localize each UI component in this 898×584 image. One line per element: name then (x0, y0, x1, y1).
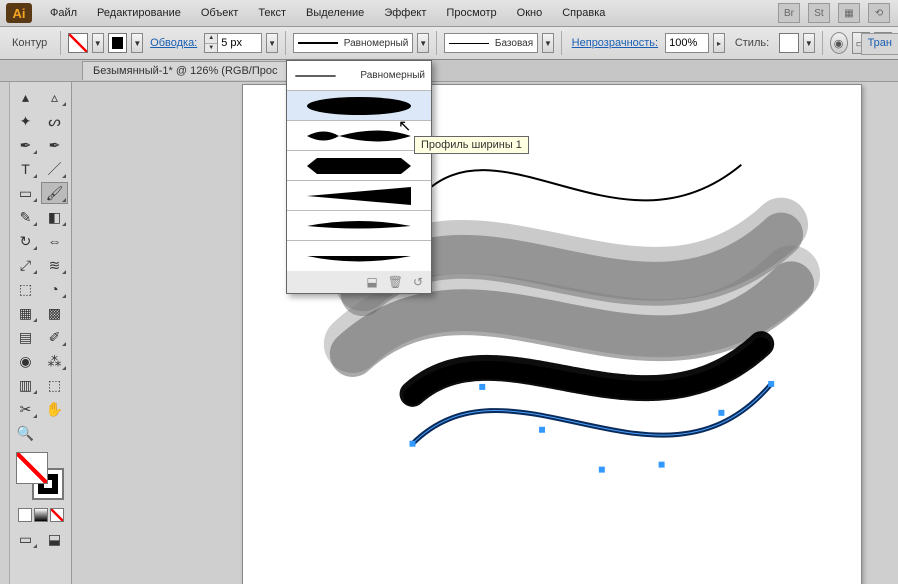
eyedropper-tool[interactable]: ✐ (41, 326, 68, 348)
pen-tool[interactable]: ✒ (12, 134, 39, 156)
selection-type-label: Контур (6, 37, 53, 49)
stroke-weight-field[interactable]: ▲▼ (204, 33, 262, 53)
width-profile-1[interactable] (287, 91, 431, 121)
opacity-dropdown[interactable]: ▸ (713, 33, 725, 53)
blend-tool[interactable]: ◉ (12, 350, 39, 372)
magic-wand-tool[interactable]: ✦ (12, 110, 39, 132)
mesh-tool[interactable]: ▩ (41, 302, 68, 324)
print-tiling-tool[interactable] (41, 422, 68, 444)
menu-bar: Ai Файл Редактирование Объект Текст Выде… (0, 0, 898, 27)
document-tab[interactable]: Безымянный-1* @ 126% (RGB/Прос (82, 61, 289, 80)
gradient-tool[interactable]: ▤ (12, 326, 39, 348)
menu-window[interactable]: Окно (509, 3, 551, 23)
bridge-icon[interactable]: Br (778, 3, 800, 23)
width-profile-6[interactable] (287, 241, 431, 271)
direct-selection-tool[interactable]: ▵ (41, 86, 68, 108)
brush-dropdown[interactable]: ▼ (542, 33, 554, 53)
zoom-tool[interactable]: 🔍 (12, 422, 39, 444)
arrange-icon[interactable]: ▦ (838, 3, 860, 23)
color-mode-solid[interactable] (18, 508, 32, 522)
menu-select[interactable]: Выделение (298, 3, 372, 23)
artboard-tool[interactable]: ⬚ (41, 374, 68, 396)
recolor-button[interactable]: ◉ (830, 32, 848, 54)
brush-combo[interactable]: Базовая (444, 33, 538, 53)
width-profile-footer: ⬓ 🗑 ↺ (287, 271, 431, 293)
column-graph-tool[interactable]: ▥ (12, 374, 39, 396)
perspective-tool[interactable]: ▦ (12, 302, 39, 324)
width-profile-combo[interactable]: Равномерный (293, 33, 414, 53)
stroke-weight-input[interactable] (218, 33, 262, 53)
width-profile-uniform-label: Равномерный (360, 70, 425, 81)
menu-text[interactable]: Текст (250, 3, 294, 23)
reflect-tool[interactable]: ⇔ (41, 230, 68, 252)
paintbrush-tool[interactable]: 🖌 (41, 182, 68, 204)
rotate-tool[interactable]: ↻ (12, 230, 39, 252)
color-mode-none[interactable] (50, 508, 64, 522)
width-profile-panel: Равномерный ⬓ 🗑 ↺ (286, 60, 432, 294)
color-mode-row (12, 508, 69, 522)
width-profile-5[interactable] (287, 211, 431, 241)
app-logo: Ai (6, 3, 32, 23)
delete-profile-icon[interactable]: 🗑 (388, 275, 403, 289)
lasso-tool[interactable]: ᔕ (41, 110, 68, 132)
width-profile-tooltip: Профиль ширины 1 (414, 136, 529, 154)
curvature-tool[interactable]: ✒ (41, 134, 68, 156)
style-label: Стиль: (729, 37, 775, 49)
menu-edit[interactable]: Редактирование (89, 3, 189, 23)
color-mode-gradient[interactable] (34, 508, 48, 522)
slice-tool[interactable]: ✂ (12, 398, 39, 420)
symbol-sprayer-tool[interactable]: ⁂ (41, 350, 68, 372)
fill-stroke-indicator[interactable] (16, 452, 66, 502)
stroke-swatch[interactable] (108, 33, 128, 53)
width-profile-uniform[interactable]: Равномерный (287, 61, 431, 91)
pencil-tool[interactable]: ✎ (12, 206, 39, 228)
line-tool[interactable]: ／ (41, 158, 68, 180)
width-profile-2[interactable] (287, 121, 431, 151)
stroke-dropdown[interactable]: ▼ (131, 33, 143, 53)
width-tool[interactable]: ≋ (41, 254, 68, 276)
opacity-link[interactable]: Непрозрачность: (569, 37, 661, 49)
document-bar: Безымянный-1* @ 126% (RGB/Прос (0, 60, 898, 82)
stroke-weight-dropdown[interactable]: ▼ (266, 33, 278, 53)
menu-help[interactable]: Справка (554, 3, 613, 23)
toolbox: ▴▵ ✦ᔕ ✒✒ T／ ▭🖌 ✎◧ ↻⇔ ⤢≋ ⬚◔ ▦▩ ▤✐ ◉⁂ ▥⬚ ✂… (10, 82, 72, 584)
fill-dropdown[interactable]: ▼ (92, 33, 104, 53)
menu-effect[interactable]: Эффект (376, 3, 434, 23)
rectangle-tool[interactable]: ▭ (12, 182, 39, 204)
stock-icon[interactable]: St (808, 3, 830, 23)
menu-object[interactable]: Объект (193, 3, 246, 23)
opacity-input[interactable] (665, 33, 709, 53)
eraser-tool[interactable]: ◧ (41, 206, 68, 228)
width-profile-dropdown[interactable]: ▼ (417, 33, 429, 53)
style-dropdown[interactable]: ▼ (803, 33, 815, 53)
hand-tool[interactable]: ✋ (41, 398, 68, 420)
change-screen-tool[interactable]: ⬓ (41, 528, 68, 550)
selection-tool[interactable]: ▴ (12, 86, 39, 108)
screen-mode-tool[interactable]: ▭ (12, 528, 39, 550)
stroke-panel-link[interactable]: Обводка: (147, 37, 200, 49)
panel-strip[interactable] (0, 82, 10, 584)
free-transform-tool[interactable]: ⬚ (12, 278, 39, 300)
control-bar: Контур ▼ ▼ Обводка: ▲▼ ▼ Равномерный ▼ Б… (0, 27, 898, 60)
style-swatch[interactable] (779, 33, 799, 53)
menu-view[interactable]: Просмотр (438, 3, 504, 23)
shape-builder-tool[interactable]: ◔ (41, 278, 68, 300)
scale-tool[interactable]: ⤢ (12, 254, 39, 276)
type-tool[interactable]: T (12, 158, 39, 180)
save-profile-icon[interactable]: ⬓ (366, 275, 377, 289)
reset-profile-icon[interactable]: ↺ (413, 275, 423, 289)
canvas-area[interactable] (72, 82, 898, 584)
width-profile-3[interactable] (287, 151, 431, 181)
sync-icon[interactable]: ⟲ (868, 3, 890, 23)
fill-swatch[interactable] (68, 33, 88, 53)
menu-file[interactable]: Файл (42, 3, 85, 23)
main-area: ▴▵ ✦ᔕ ✒✒ T／ ▭🖌 ✎◧ ↻⇔ ⤢≋ ⬚◔ ▦▩ ▤✐ ◉⁂ ▥⬚ ✂… (0, 82, 898, 584)
transform-panel-tab[interactable]: Тран (861, 33, 898, 55)
width-profile-4[interactable] (287, 181, 431, 211)
